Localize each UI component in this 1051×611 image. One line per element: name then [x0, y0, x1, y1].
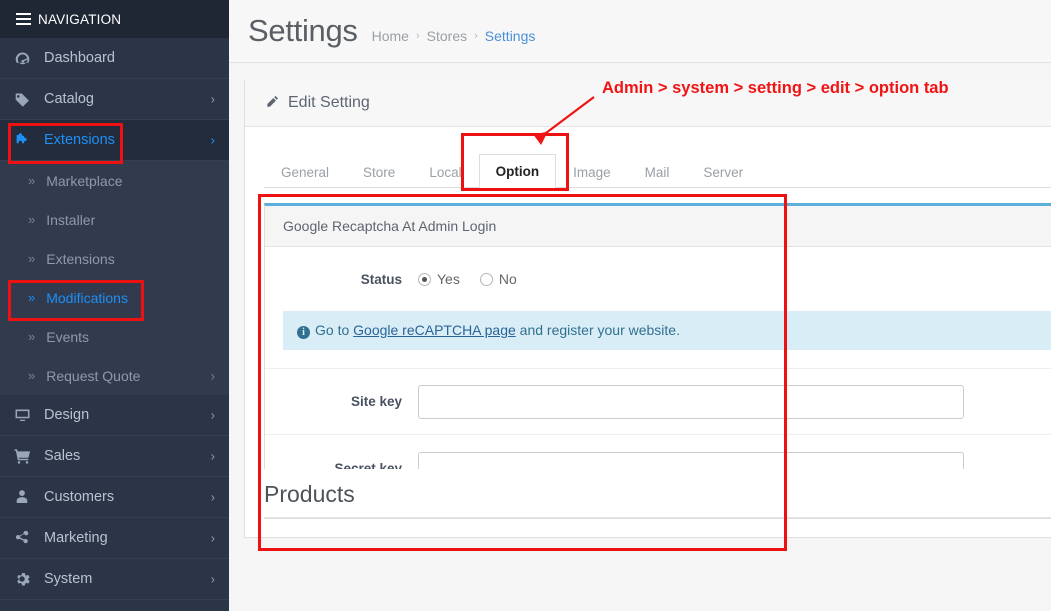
pencil-icon [266, 95, 279, 111]
sidebar-subitem-label: Marketplace [46, 172, 123, 189]
recaptcha-section-title: Google Recaptcha At Admin Login [265, 206, 1051, 247]
sidebar-item-dashboard[interactable]: Dashboard [0, 38, 229, 79]
sidebar-item-label: Extensions [44, 132, 115, 148]
double-chevron-icon: » [28, 251, 36, 266]
tab-store[interactable]: Store [346, 155, 412, 188]
annotation-text: Admin > system > setting > edit > option… [602, 79, 949, 97]
sidebar-item-installer[interactable]: » Installer [0, 200, 229, 239]
puzzle-icon [14, 132, 44, 149]
sidebar-subitem-label: Modifications [46, 289, 128, 306]
tab-option[interactable]: Option [478, 154, 557, 188]
tab-server[interactable]: Server [686, 155, 760, 188]
breadcrumb-separator: › [415, 29, 420, 42]
breadcrumb: Home › Stores › Settings [372, 19, 536, 44]
status-label: Status [360, 271, 402, 287]
gear-icon [14, 571, 44, 587]
user-icon [14, 489, 44, 505]
sidebar-item-sales[interactable]: Sales › [0, 436, 229, 477]
radio-unselected-icon [479, 272, 493, 286]
recaptcha-info-alert: i Go to Google reCAPTCHA page and registe… [283, 311, 1051, 350]
dashboard-icon [14, 50, 44, 67]
alert-prefix: Go to [315, 322, 354, 338]
breadcrumb-home[interactable]: Home [372, 28, 409, 44]
status-radio-group: Yes No [418, 271, 537, 287]
sidebar: NAVIGATION Dashboard Catalog › Extension… [0, 0, 229, 611]
products-title: Products [264, 481, 1051, 518]
page-header: Settings Home › Stores › Settings [229, 0, 1051, 63]
sidebar-subitem-label: Extensions [46, 250, 115, 267]
sidebar-subitem-label: Request Quote [46, 367, 141, 384]
settings-tabs: General Store Local Option Image Mail Se… [264, 127, 1051, 188]
navigation-header-label: NAVIGATION [38, 11, 122, 27]
sidebar-item-marketing[interactable]: Marketing › [0, 518, 229, 559]
info-icon: i [297, 326, 310, 339]
sidebar-subitem-label: Events [46, 328, 90, 345]
page-title: Settings [248, 13, 358, 48]
annotation-arrow-icon [533, 96, 595, 145]
google-recaptcha-link[interactable]: Google reCAPTCHA page [353, 322, 516, 338]
chevron-right-icon: › [210, 489, 215, 505]
site-key-input[interactable] [418, 384, 964, 419]
hamburger-icon[interactable] [16, 10, 31, 28]
chevron-right-icon: › [210, 407, 215, 423]
sidebar-item-events[interactable]: » Events [0, 317, 229, 356]
sidebar-item-label: Customers [44, 489, 115, 505]
panel-title: Edit Setting [288, 94, 370, 111]
alert-wrapper: i Go to Google reCAPTCHA page and registe… [265, 311, 1051, 368]
sidebar-item-extensions-sub[interactable]: » Extensions [0, 239, 229, 278]
chevron-right-icon: › [210, 132, 215, 148]
share-icon [14, 530, 44, 546]
sidebar-item-label: Marketing [44, 530, 108, 546]
sidebar-item-label: System [44, 571, 93, 587]
sidebar-item-request-quote[interactable]: » Request Quote › [0, 356, 229, 395]
double-chevron-icon: » [28, 212, 36, 227]
tab-image[interactable]: Image [556, 155, 628, 188]
sidebar-item-label: Design [44, 407, 90, 423]
tab-mail[interactable]: Mail [628, 155, 687, 188]
chevron-right-icon: › [210, 368, 215, 383]
sidebar-item-customers[interactable]: Customers › [0, 477, 229, 518]
sidebar-item-marketplace[interactable]: » Marketplace [0, 161, 229, 200]
status-radio-no[interactable]: No [479, 271, 517, 287]
sidebar-item-label: Dashboard [44, 50, 115, 66]
double-chevron-icon: » [28, 329, 36, 344]
sidebar-item-label: Sales [44, 448, 81, 464]
navigation-header[interactable]: NAVIGATION [0, 0, 229, 38]
sidebar-item-modifications[interactable]: » Modifications [0, 278, 229, 317]
site-key-label: Site key [350, 394, 402, 409]
double-chevron-icon: » [28, 173, 36, 188]
sidebar-item-label: Catalog [44, 91, 94, 107]
chevron-right-icon: › [210, 448, 215, 464]
sidebar-item-catalog[interactable]: Catalog › [0, 79, 229, 120]
breadcrumb-settings[interactable]: Settings [485, 28, 536, 44]
products-section: Products [244, 469, 1051, 518]
sidebar-submenu-extensions: » Marketplace » Installer » Extensions »… [0, 161, 229, 395]
site-key-row: Site key [265, 368, 1051, 435]
status-radio-yes[interactable]: Yes [418, 271, 460, 287]
breadcrumb-stores[interactable]: Stores [427, 28, 467, 44]
tab-local[interactable]: Local [412, 155, 478, 188]
chevron-right-icon: › [210, 91, 215, 107]
status-radio-no-label: No [498, 271, 517, 287]
status-radio-yes-label: Yes [437, 271, 460, 287]
alert-suffix: and register your website. [515, 322, 680, 338]
double-chevron-icon: » [28, 368, 36, 383]
status-row: Status Yes No [265, 247, 1051, 311]
chevron-right-icon: › [210, 530, 215, 546]
double-chevron-icon: » [28, 290, 36, 305]
tab-general[interactable]: General [264, 155, 346, 188]
radio-selected-icon [418, 272, 431, 286]
chevron-right-icon: › [210, 571, 215, 587]
sidebar-item-system[interactable]: System › [0, 559, 229, 600]
sidebar-subitem-label: Installer [46, 211, 96, 228]
monitor-icon [14, 407, 44, 424]
tag-icon [14, 91, 44, 108]
sidebar-item-design[interactable]: Design › [0, 395, 229, 436]
cart-icon [14, 448, 44, 465]
sidebar-item-extensions[interactable]: Extensions › [0, 120, 229, 161]
breadcrumb-separator: › [474, 29, 478, 42]
